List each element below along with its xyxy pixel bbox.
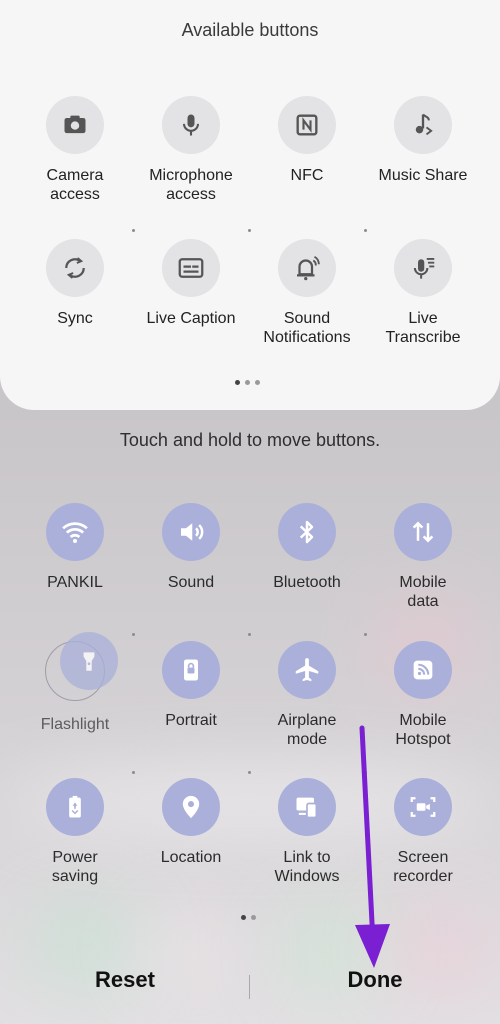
bottom-bar: Reset Done [0,955,500,1015]
annotation-arrow [355,725,390,968]
done-button[interactable]: Done [250,967,500,993]
reset-button[interactable]: Reset [0,967,250,993]
